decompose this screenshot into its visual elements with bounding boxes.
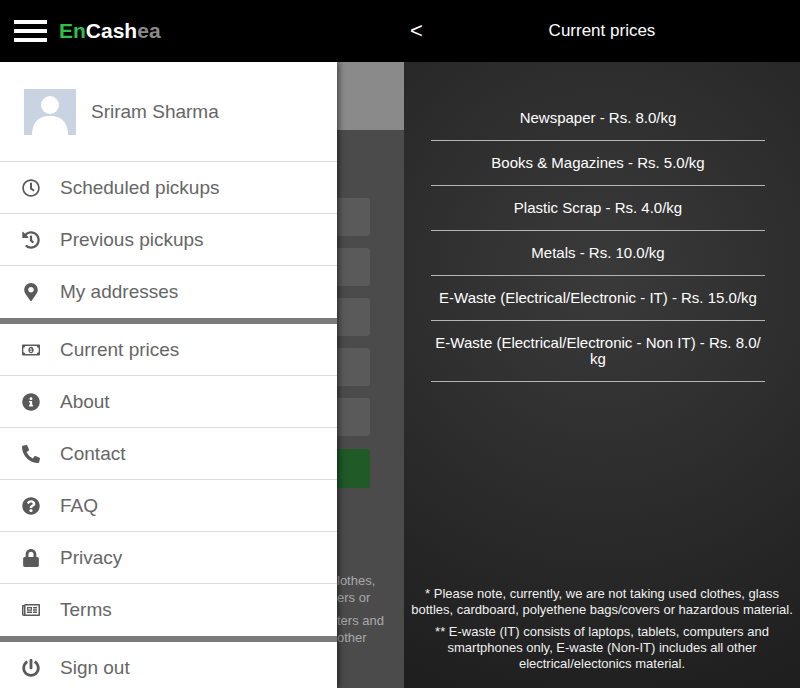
price-row: E-Waste (Electrical/Electronic - Non IT)… bbox=[431, 321, 765, 382]
info-icon bbox=[22, 393, 40, 411]
menu-group: Scheduled pickups Previous pickups My addr… bbox=[0, 162, 337, 318]
user-profile[interactable]: Sriram Sharma bbox=[0, 62, 337, 162]
dimmed-fields bbox=[337, 198, 370, 488]
drawer-item-label: Sign out bbox=[60, 657, 130, 679]
screen-title: Current prices bbox=[444, 21, 760, 41]
terms-icon bbox=[22, 601, 40, 619]
drawer-item[interactable]: Contact bbox=[0, 428, 337, 480]
drawer-item[interactable]: Scheduled pickups bbox=[0, 162, 337, 214]
map-marker-icon bbox=[22, 283, 40, 301]
avatar-icon bbox=[24, 89, 76, 135]
drawer-item-label: About bbox=[60, 391, 110, 413]
drawer-item-label: FAQ bbox=[60, 495, 98, 517]
drawer-item-label: My addresses bbox=[60, 281, 178, 303]
drawer-item[interactable]: Sign out bbox=[0, 642, 337, 688]
price-row: Plastic Scrap - Rs. 4.0/kg bbox=[431, 186, 765, 231]
drawer-item-label: Contact bbox=[60, 443, 125, 465]
price-row: Metals - Rs. 10.0/kg bbox=[431, 231, 765, 276]
dimmed-input bbox=[337, 398, 370, 436]
app-bar: <Current prices bbox=[404, 0, 800, 62]
app-logo: EnCashea bbox=[59, 19, 161, 43]
drawer-item[interactable]: My addresses bbox=[0, 266, 337, 318]
menu-screen: EnCashea Sriram Sharma Scheduled pickups Pr… bbox=[0, 0, 404, 688]
footnotes: * Please note, currently, we are not tak… bbox=[404, 586, 800, 688]
price-row: Books & Magazines - Rs. 5.0/kg bbox=[431, 141, 765, 186]
prices-screen: <Current prices Newspaper - Rs. 8.0/kgBoo… bbox=[404, 0, 800, 688]
history-icon bbox=[22, 231, 40, 249]
menu-body: Sriram Sharma Scheduled pickups Previous p… bbox=[0, 62, 404, 688]
question-icon bbox=[22, 497, 40, 515]
hamburger-icon[interactable] bbox=[14, 19, 47, 43]
dimmed-input bbox=[337, 198, 370, 236]
app-bar: EnCashea bbox=[0, 0, 404, 62]
drawer-item-label: Previous pickups bbox=[60, 229, 204, 251]
group-divider bbox=[0, 636, 337, 642]
phone-icon bbox=[22, 445, 40, 463]
dimmed-line: ters and bbox=[337, 612, 404, 629]
dimmed-text: lothes,ers or ters andother bbox=[337, 572, 404, 646]
dimmed-paragraph: lothes,ers or bbox=[337, 572, 404, 606]
footnote: ** E-waste (IT) consists of laptops, tab… bbox=[410, 624, 794, 672]
drawer-item[interactable]: FAQ bbox=[0, 480, 337, 532]
dimmed-input bbox=[337, 348, 370, 386]
clock-icon bbox=[22, 179, 40, 197]
price-row: E-Waste (Electrical/Electronic - IT) - R… bbox=[431, 276, 765, 321]
dimmed-input bbox=[337, 298, 370, 336]
price-row: Newspaper - Rs. 8.0/kg bbox=[431, 96, 765, 141]
drawer-item[interactable]: Current prices bbox=[0, 324, 337, 376]
power-icon bbox=[22, 659, 40, 677]
menu-group: Sign out bbox=[0, 642, 337, 688]
drawer-item-label: Current prices bbox=[60, 339, 179, 361]
menu-group: Current prices About Contact FAQ Privacy Term… bbox=[0, 324, 337, 636]
drawer-item[interactable]: About bbox=[0, 376, 337, 428]
dimmed-line: lothes, bbox=[337, 572, 404, 589]
dimmed-form: lothes,ers or ters andother bbox=[337, 62, 404, 688]
lock-icon bbox=[22, 549, 40, 567]
price-list: Newspaper - Rs. 8.0/kgBooks & Magazines … bbox=[431, 96, 765, 382]
drawer-item[interactable]: Previous pickups bbox=[0, 214, 337, 266]
drawer-item[interactable]: Terms bbox=[0, 584, 337, 636]
dimmed-input bbox=[337, 248, 370, 286]
dimmed-header bbox=[337, 62, 404, 130]
drawer-item-label: Privacy bbox=[60, 547, 122, 569]
logo-part: ea bbox=[137, 19, 160, 43]
user-name: Sriram Sharma bbox=[91, 101, 219, 123]
dimmed-paragraph: ters andother bbox=[337, 612, 404, 646]
money-bill-icon bbox=[22, 341, 40, 359]
drawer-item-label: Scheduled pickups bbox=[60, 177, 220, 199]
nav-drawer: Sriram Sharma Scheduled pickups Previous p… bbox=[0, 62, 337, 688]
dimmed-button bbox=[337, 449, 370, 488]
back-button[interactable]: < bbox=[404, 18, 444, 44]
dimmed-line: ers or bbox=[337, 589, 404, 606]
logo-part: En bbox=[59, 19, 86, 43]
footnote: * Please note, currently, we are not tak… bbox=[410, 586, 794, 618]
screenshot-pair: EnCashea Sriram Sharma Scheduled pickups Pr… bbox=[0, 0, 800, 688]
logo-part: Cash bbox=[86, 19, 137, 43]
dimmed-line: other bbox=[337, 629, 404, 646]
drawer-item-label: Terms bbox=[60, 599, 112, 621]
drawer-item[interactable]: Privacy bbox=[0, 532, 337, 584]
